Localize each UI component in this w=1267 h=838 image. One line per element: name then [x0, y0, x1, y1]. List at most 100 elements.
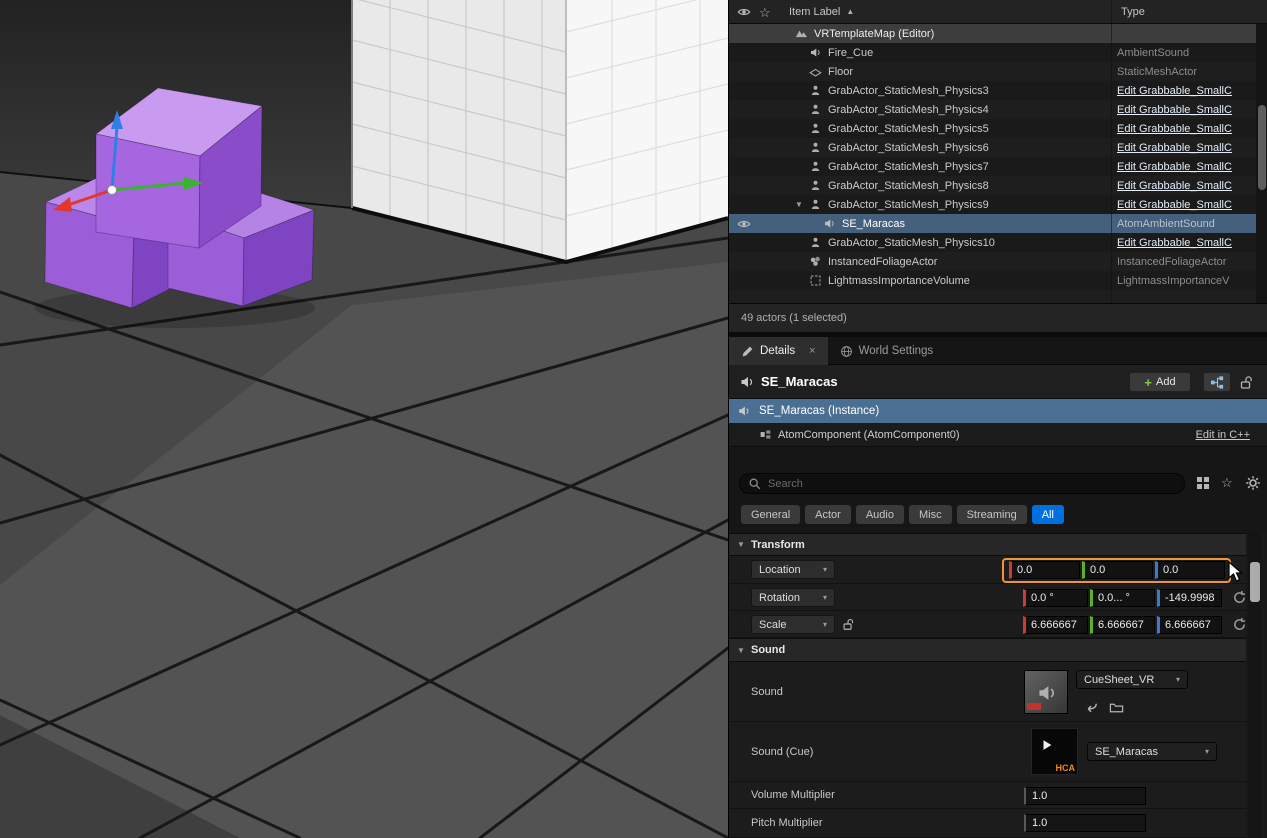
outliner-row[interactable]: GrabActor_StaticMesh_Physics4 Edit Grabb… — [729, 100, 1267, 119]
scale-label: Scale — [759, 618, 787, 631]
edit-blueprint-link[interactable]: Edit Grabbable_SmallC — [1117, 161, 1265, 173]
outliner-row[interactable]: GrabActor_StaticMesh_Physics7 Edit Grabb… — [729, 157, 1267, 176]
settings-gear-icon[interactable] — [1245, 475, 1261, 491]
rotation-z-field[interactable]: -149.9998 — [1157, 589, 1222, 607]
rotation-y-field[interactable]: 0.0... ° — [1090, 589, 1155, 607]
search-bar[interactable] — [739, 473, 1185, 494]
filter-actor[interactable]: Actor — [805, 505, 851, 524]
details-icon — [741, 345, 754, 358]
display-options-icon[interactable] — [1195, 475, 1211, 491]
row-label: VRTemplateMap (Editor) — [814, 27, 935, 40]
filter-all[interactable]: All — [1031, 505, 1064, 524]
outliner-row-partial[interactable] — [729, 290, 1267, 303]
row-type: InstancedFoliageActor — [1117, 255, 1227, 268]
outliner-row[interactable]: Fire_Cue AmbientSound — [729, 43, 1267, 62]
right-panel: ☆ Item Label ▲ Type VRTemplateMap (Edito… — [728, 0, 1267, 838]
use-selected-asset-icon[interactable] — [1084, 700, 1099, 715]
scale-type-dropdown[interactable]: Scale ▾ — [751, 615, 835, 634]
edit-blueprint-link[interactable]: Edit Grabbable_SmallC — [1117, 85, 1265, 97]
sound-cue-label: Sound (Cue) — [751, 745, 814, 758]
tab-details[interactable]: Details × — [729, 337, 828, 365]
add-component-button[interactable]: + Add — [1129, 372, 1191, 392]
edit-blueprint-link[interactable]: Edit Grabbable_SmallC — [1117, 123, 1265, 135]
close-tab-icon[interactable]: × — [809, 345, 815, 357]
browse-asset-icon[interactable] — [1109, 700, 1124, 715]
scale-x-field[interactable]: 6.666667 — [1023, 616, 1088, 634]
edit-blueprint-link[interactable]: Edit Grabbable_SmallC — [1117, 142, 1265, 154]
filter-general[interactable]: General — [741, 505, 801, 524]
scale-y-field[interactable]: 6.666667 — [1090, 616, 1155, 634]
outliner-row[interactable]: GrabActor_StaticMesh_Physics5 Edit Grabb… — [729, 119, 1267, 138]
edit-blueprint-link[interactable]: Edit Grabbable_SmallC — [1117, 237, 1265, 249]
lock-details-icon[interactable] — [1238, 374, 1254, 390]
filter-streaming[interactable]: Streaming — [956, 505, 1027, 524]
details-scrollbar-thumb[interactable] — [1250, 562, 1260, 602]
globe-icon — [840, 345, 853, 358]
section-transform[interactable]: ▼ Transform — [729, 533, 1246, 556]
scale-z-field[interactable]: 6.666667 — [1157, 616, 1222, 634]
instance-row[interactable]: SE_Maracas (Instance) — [729, 399, 1267, 423]
outliner-row[interactable]: GrabActor_StaticMesh_Physics8 Edit Grabb… — [729, 176, 1267, 195]
component-label: AtomComponent (AtomComponent0) — [778, 428, 960, 441]
outliner-row[interactable]: InstancedFoliageActor InstancedFoliageAc… — [729, 252, 1267, 271]
favorites-icon[interactable]: ☆ — [1221, 475, 1237, 491]
edit-blueprint-link[interactable]: Edit Grabbable_SmallC — [1117, 199, 1265, 211]
outliner-row-selected[interactable]: SE_Maracas AtomAmbientSound — [729, 214, 1267, 233]
actor-icon — [809, 179, 822, 192]
reset-rotation-icon[interactable] — [1232, 590, 1247, 605]
collapse-arrow-icon: ▼ — [737, 645, 745, 655]
visibility-eye-icon[interactable] — [737, 217, 751, 231]
cuesheet-dropdown[interactable]: CueSheet_VR ▾ — [1076, 670, 1188, 689]
reset-scale-icon[interactable] — [1232, 617, 1247, 632]
viewport-3d[interactable] — [0, 0, 728, 838]
property-row-sound-cue: Sound (Cue) HCA SE_Maracas ▾ — [729, 722, 1246, 782]
actor-icon — [809, 160, 822, 173]
outliner-row-expanded[interactable]: ▼ GrabActor_StaticMesh_Physics9 Edit Gra… — [729, 195, 1267, 214]
chevron-down-icon: ▾ — [822, 593, 827, 602]
tab-world-settings[interactable]: World Settings — [828, 337, 946, 365]
pin-column-icon[interactable]: ☆ — [759, 5, 773, 20]
visibility-column-icon[interactable] — [737, 5, 751, 19]
row-label: SE_Maracas — [842, 217, 905, 230]
collapse-arrow-icon[interactable]: ▼ — [795, 200, 803, 209]
filter-audio[interactable]: Audio — [855, 505, 904, 524]
column-header-item-label[interactable]: Item Label — [789, 6, 840, 18]
rotation-type-dropdown[interactable]: Rotation ▾ — [751, 588, 835, 607]
edit-blueprint-link[interactable]: Edit Grabbable_SmallC — [1117, 180, 1265, 192]
edit-in-cpp-link[interactable]: Edit in C++ — [1196, 429, 1250, 441]
details-header: SE_Maracas + Add — [729, 365, 1267, 399]
row-label: GrabActor_StaticMesh_Physics7 — [828, 160, 989, 173]
actor-icon — [809, 141, 822, 154]
cue-dropdown[interactable]: SE_Maracas ▾ — [1087, 742, 1217, 761]
row-type: LightmassImportanceV — [1117, 274, 1230, 287]
filter-misc[interactable]: Misc — [908, 505, 952, 524]
gizmo-origin — [107, 185, 117, 195]
outliner-row[interactable]: GrabActor_StaticMesh_Physics10 Edit Grab… — [729, 233, 1267, 252]
row-label: GrabActor_StaticMesh_Physics10 — [828, 236, 995, 249]
sort-ascending-icon[interactable]: ▲ — [846, 7, 854, 16]
row-label: GrabActor_StaticMesh_Physics9 — [828, 198, 989, 211]
rotation-x-field[interactable]: 0.0 ° — [1023, 589, 1088, 607]
actor-icon — [809, 198, 822, 211]
pitch-multiplier-field[interactable]: 1.0 — [1024, 814, 1146, 832]
component-row[interactable]: AtomComponent (AtomComponent0) Edit in C… — [729, 423, 1267, 447]
outliner-scrollbar-thumb[interactable] — [1258, 105, 1266, 190]
section-sound[interactable]: ▼ Sound — [729, 638, 1246, 662]
search-input[interactable] — [768, 477, 1176, 490]
edit-blueprint-link[interactable]: Edit Grabbable_SmallC — [1117, 104, 1265, 116]
blueprint-hierarchy-button[interactable] — [1203, 372, 1231, 392]
cue-thumbnail[interactable]: HCA — [1031, 728, 1078, 775]
column-header-type[interactable]: Type — [1121, 6, 1145, 18]
outliner-row[interactable]: GrabActor_StaticMesh_Physics6 Edit Grabb… — [729, 138, 1267, 157]
outliner-row-world[interactable]: VRTemplateMap (Editor) — [729, 24, 1267, 43]
volume-multiplier-field[interactable]: 1.0 — [1024, 787, 1146, 805]
outliner-status-bar: 49 actors (1 selected) — [729, 303, 1267, 332]
scale-lock-icon[interactable] — [841, 617, 855, 631]
location-type-dropdown[interactable]: Location ▾ — [751, 560, 835, 579]
row-type: StaticMeshActor — [1117, 65, 1198, 78]
actor-icon — [809, 84, 822, 97]
outliner-row[interactable]: GrabActor_StaticMesh_Physics3 Edit Grabb… — [729, 81, 1267, 100]
outliner-row[interactable]: Floor StaticMeshActor — [729, 62, 1267, 81]
cuesheet-thumbnail[interactable] — [1024, 670, 1068, 714]
outliner-row[interactable]: LightmassImportanceVolume LightmassImpor… — [729, 271, 1267, 290]
